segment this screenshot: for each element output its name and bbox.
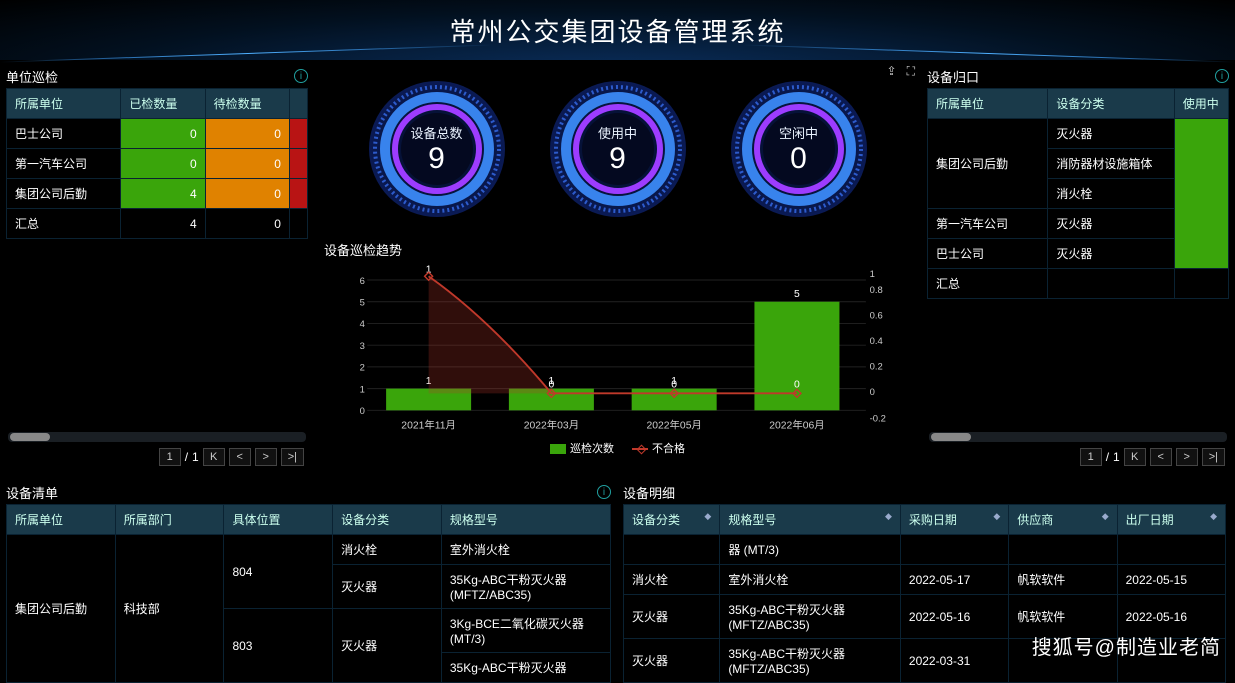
sort-icon: ◆: [993, 511, 1000, 522]
page-last-button[interactable]: >|: [281, 448, 304, 466]
panel-gk-title: 设备归口: [927, 67, 979, 86]
panel-list: 设备清单 i 所属单位 所属部门 具体位置 设备分类 规格型号 集团公司后勤科技…: [6, 480, 611, 683]
col-blank: [289, 89, 307, 119]
trend-chart: 0123456 -0.200.20.40.60.81 1 1 1 5: [322, 263, 913, 433]
gk-table: 所属单位 设备分类 使用中 集团公司后勤灭火器 消防器材设施箱体 消火栓 第一汽…: [927, 88, 1229, 299]
page-first-button[interactable]: K: [203, 448, 225, 466]
panel-detail-title: 设备明细: [623, 483, 675, 502]
page-prev-button[interactable]: <: [229, 448, 251, 466]
svg-text:2022年05月: 2022年05月: [646, 418, 701, 431]
svg-text:5: 5: [360, 298, 365, 309]
inspection-table: 所属单位 已检数量 待检数量 巴士公司00 第一汽车公司00 集团公司后勤40 …: [6, 88, 308, 239]
table-row: 消火栓室外消火栓2022-05-17帆软软件2022-05-15: [624, 565, 1226, 595]
info-icon[interactable]: i: [294, 69, 308, 83]
panel-guikouk: 设备归口 i 所属单位 设备分类 使用中 集团公司后勤灭火器 消防器材设施箱体 …: [927, 64, 1229, 472]
info-icon[interactable]: i: [1215, 69, 1229, 83]
table-row: 巴士公司00: [7, 119, 308, 149]
table-row: 集团公司后勤灭火器: [928, 119, 1229, 149]
svg-text:0: 0: [360, 406, 365, 417]
table-row: 器 (MT/3): [624, 535, 1226, 565]
svg-text:0.4: 0.4: [870, 336, 883, 347]
pager: 1 / 1 K < > >|: [6, 442, 308, 472]
svg-text:4: 4: [360, 319, 365, 330]
svg-text:1: 1: [870, 269, 875, 280]
svg-text:6: 6: [360, 276, 365, 287]
svg-text:2022年06月: 2022年06月: [769, 418, 824, 431]
svg-text:0.8: 0.8: [870, 285, 883, 296]
scrollbar[interactable]: [929, 432, 1227, 442]
list-table: 所属单位 所属部门 具体位置 设备分类 规格型号 集团公司后勤科技部804消火栓…: [6, 504, 611, 683]
col-done[interactable]: 已检数量: [121, 89, 205, 119]
chart-legend: 巡检次数 不合格: [322, 436, 913, 456]
expand-icon[interactable]: ⛶: [907, 64, 915, 79]
sort-icon: ◆: [885, 511, 892, 522]
svg-text:0.6: 0.6: [870, 311, 883, 322]
info-icon[interactable]: i: [597, 485, 611, 499]
watermark: 搜狐号@制造业老简: [1032, 631, 1221, 660]
panel-center: ⇪ ⛶ 设备总数9 使用中9 空闲中0 设备巡检趋势 0 1 2 3 4: [316, 64, 919, 472]
table-row: 第一汽车公司00: [7, 149, 308, 179]
gauge-inuse: 使用中9: [543, 74, 693, 224]
table-row-total: 汇总40: [7, 209, 308, 239]
page-last-button[interactable]: >|: [1202, 448, 1225, 466]
svg-text:-0.2: -0.2: [870, 414, 886, 425]
pager: 1 / 1 K < > >|: [927, 442, 1229, 472]
share-icon[interactable]: ⇪: [887, 64, 897, 79]
gauge-total: 设备总数9: [362, 74, 512, 224]
col-pending[interactable]: 待检数量: [205, 89, 289, 119]
page-next-button[interactable]: >: [1176, 448, 1198, 466]
svg-text:5: 5: [794, 289, 800, 300]
gauges-row: ⇪ ⛶ 设备总数9 使用中9 空闲中0: [316, 64, 919, 234]
svg-text:2: 2: [360, 363, 365, 374]
svg-text:1: 1: [360, 384, 365, 395]
col-unit[interactable]: 所属单位: [7, 89, 121, 119]
app-header: 常州公交集团设备管理系统: [0, 0, 1235, 60]
svg-text:3: 3: [360, 341, 365, 352]
svg-text:0: 0: [870, 387, 875, 398]
svg-text:0.2: 0.2: [870, 362, 883, 373]
svg-text:2022年03月: 2022年03月: [524, 418, 579, 431]
sort-icon: ◆: [1102, 511, 1109, 522]
trend-title: 设备巡检趋势: [322, 236, 913, 263]
svg-text:2021年11月: 2021年11月: [401, 418, 456, 431]
page-next-button[interactable]: >: [255, 448, 277, 466]
panel-inspection-title: 单位巡检: [6, 67, 58, 86]
table-row: 汇总: [928, 269, 1229, 299]
panel-list-title: 设备清单: [6, 483, 58, 502]
table-row: 集团公司后勤科技部804消火栓室外消火栓: [7, 535, 611, 565]
sort-icon: ◆: [1210, 511, 1217, 522]
table-row: 集团公司后勤40: [7, 179, 308, 209]
page-prev-button[interactable]: <: [1150, 448, 1172, 466]
sort-icon: ◆: [704, 511, 711, 522]
page-first-button[interactable]: K: [1124, 448, 1146, 466]
gauge-idle: 空闲中0: [724, 74, 874, 224]
panel-inspection: 单位巡检 i 所属单位 已检数量 待检数量 巴士公司00 第一汽车公司00 集团…: [6, 64, 308, 472]
scrollbar[interactable]: [8, 432, 306, 442]
page-current: 1: [159, 448, 181, 466]
page-title: 常州公交集团设备管理系统: [449, 12, 785, 49]
